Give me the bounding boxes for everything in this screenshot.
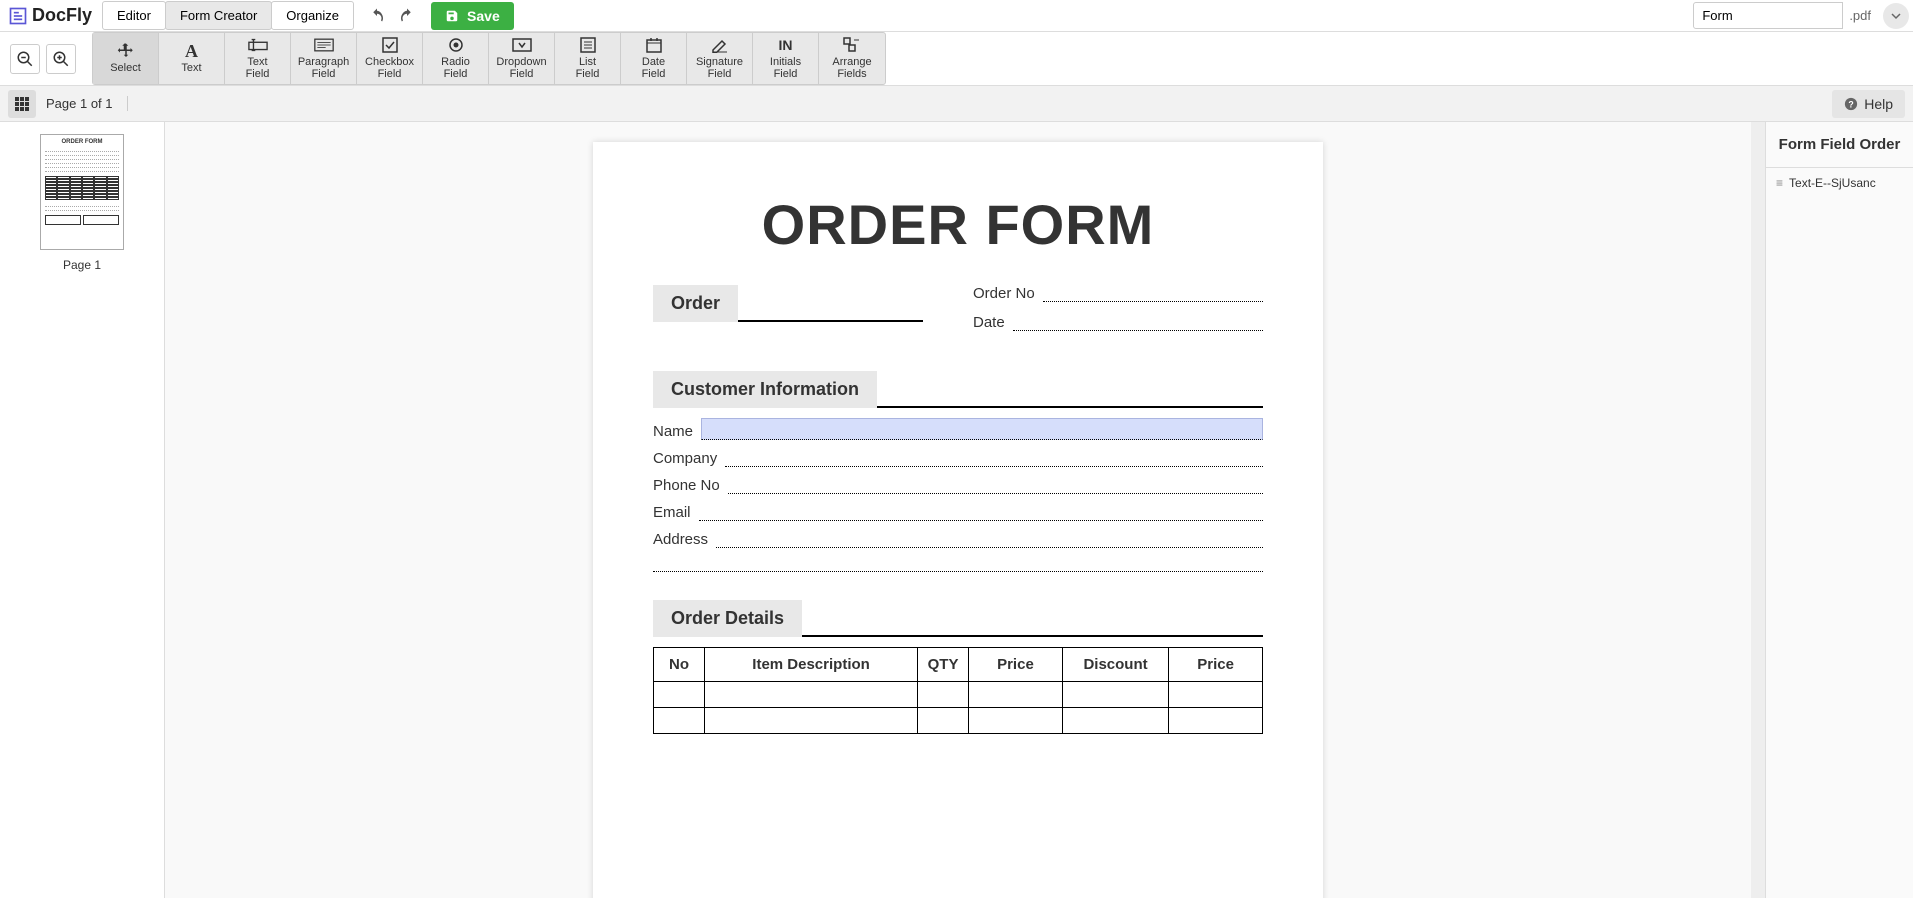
tool-group: Select A Text Text Field Paragraph Field… — [92, 32, 886, 85]
canvas-area[interactable]: ORDER FORM Order Order No Date — [165, 122, 1751, 898]
customer-address-row: Address — [653, 531, 1263, 548]
undo-icon — [368, 7, 386, 25]
section-customer: Customer Information — [653, 371, 1263, 408]
tool-date-field[interactable]: Date Field — [621, 33, 687, 84]
logo-text: DocFly — [32, 5, 92, 26]
zoom-in-button[interactable] — [46, 44, 76, 74]
redo-button[interactable] — [395, 4, 419, 28]
name-text-field[interactable] — [701, 418, 1263, 440]
date-row: Date — [973, 314, 1263, 331]
page-counter: Page 1 of 1 — [46, 96, 128, 111]
save-label: Save — [467, 8, 500, 24]
tab-form-creator[interactable]: Form Creator — [165, 1, 272, 30]
paragraph-field-icon — [314, 37, 334, 54]
zoom-in-icon — [52, 50, 70, 68]
main-area: ORDER FORM Page 1 ORDER FORM — [0, 122, 1913, 898]
table-row — [654, 682, 1263, 708]
thumbnails-toggle-button[interactable] — [8, 90, 36, 118]
tool-text[interactable]: A Text — [159, 33, 225, 84]
document-title: ORDER FORM — [653, 192, 1263, 257]
section-order: Order — [653, 285, 933, 322]
table-header-item: Item Description — [705, 648, 918, 682]
logo-icon — [8, 6, 28, 26]
drag-handle-icon: ≡ — [1776, 176, 1783, 190]
table-header-no: No — [654, 648, 705, 682]
table-header-price: Price — [969, 648, 1063, 682]
tool-arrange-fields[interactable]: Arrange Fields — [819, 33, 885, 84]
text-field-icon — [248, 37, 268, 54]
document-page[interactable]: ORDER FORM Order Order No Date — [593, 142, 1323, 898]
list-icon — [578, 37, 598, 54]
tool-dropdown-field[interactable]: Dropdown Field — [489, 33, 555, 84]
text-icon: A — [182, 42, 202, 60]
zoom-out-icon — [16, 50, 34, 68]
form-field-order-panel: Form Field Order ≡ Text-E--SjUsanc — [1765, 122, 1913, 898]
page-bar: Page 1 of 1 ? Help — [0, 86, 1913, 122]
checkbox-icon — [380, 37, 400, 54]
radio-icon — [446, 37, 466, 54]
move-icon — [116, 42, 136, 60]
tab-editor[interactable]: Editor — [102, 1, 166, 30]
tab-organize[interactable]: Organize — [271, 1, 354, 30]
order-no-row: Order No — [973, 285, 1263, 302]
thumbnail-label: Page 1 — [63, 258, 101, 272]
tool-initials-field[interactable]: IN Initials Field — [753, 33, 819, 84]
thumbnail-panel: ORDER FORM Page 1 — [0, 122, 165, 898]
tool-select[interactable]: Select — [93, 33, 159, 84]
logo: DocFly — [8, 5, 92, 26]
page-thumbnail[interactable]: ORDER FORM — [40, 134, 124, 250]
dropdown-icon — [512, 37, 532, 54]
table-row — [654, 708, 1263, 734]
save-button[interactable]: Save — [431, 2, 514, 30]
undo-button[interactable] — [365, 4, 389, 28]
save-icon — [445, 9, 459, 23]
grid-icon — [15, 97, 29, 111]
calendar-icon — [644, 37, 664, 54]
history-controls — [365, 4, 419, 28]
initials-icon: IN — [776, 37, 796, 54]
customer-address-row-2 — [653, 558, 1263, 572]
tool-text-field[interactable]: Text Field — [225, 33, 291, 84]
help-button[interactable]: ? Help — [1832, 90, 1905, 118]
redo-icon — [398, 7, 416, 25]
table-header-qty: QTY — [918, 648, 969, 682]
arrange-icon — [842, 37, 862, 54]
tool-paragraph-field[interactable]: Paragraph Field — [291, 33, 357, 84]
zoom-group — [0, 32, 86, 85]
field-order-item[interactable]: ≡ Text-E--SjUsanc — [1766, 168, 1913, 198]
panel-title: Form Field Order — [1766, 122, 1913, 168]
svg-text:?: ? — [1849, 99, 1854, 109]
chevron-down-icon — [1891, 11, 1901, 21]
section-order-details: Order Details — [653, 600, 1263, 637]
top-bar: DocFly Editor Form Creator Organize Save… — [0, 0, 1913, 32]
tool-signature-field[interactable]: Signature Field — [687, 33, 753, 84]
file-dropdown-button[interactable] — [1883, 3, 1909, 29]
customer-phone-row: Phone No — [653, 477, 1263, 494]
signature-icon — [710, 37, 730, 54]
filename-input[interactable] — [1693, 2, 1843, 29]
help-icon: ? — [1844, 97, 1858, 111]
customer-name-row: Name — [653, 418, 1263, 440]
table-header-discount: Discount — [1062, 648, 1168, 682]
file-extension: .pdf — [1843, 3, 1877, 28]
scrollbar[interactable] — [1751, 122, 1765, 898]
toolbar: Select A Text Text Field Paragraph Field… — [0, 32, 1913, 86]
zoom-out-button[interactable] — [10, 44, 40, 74]
customer-company-row: Company — [653, 450, 1263, 467]
tool-checkbox-field[interactable]: Checkbox Field — [357, 33, 423, 84]
table-header-total: Price — [1169, 648, 1263, 682]
tool-list-field[interactable]: List Field — [555, 33, 621, 84]
tool-radio-field[interactable]: Radio Field — [423, 33, 489, 84]
order-details-table: No Item Description QTY Price Discount P… — [653, 647, 1263, 734]
customer-email-row: Email — [653, 504, 1263, 521]
